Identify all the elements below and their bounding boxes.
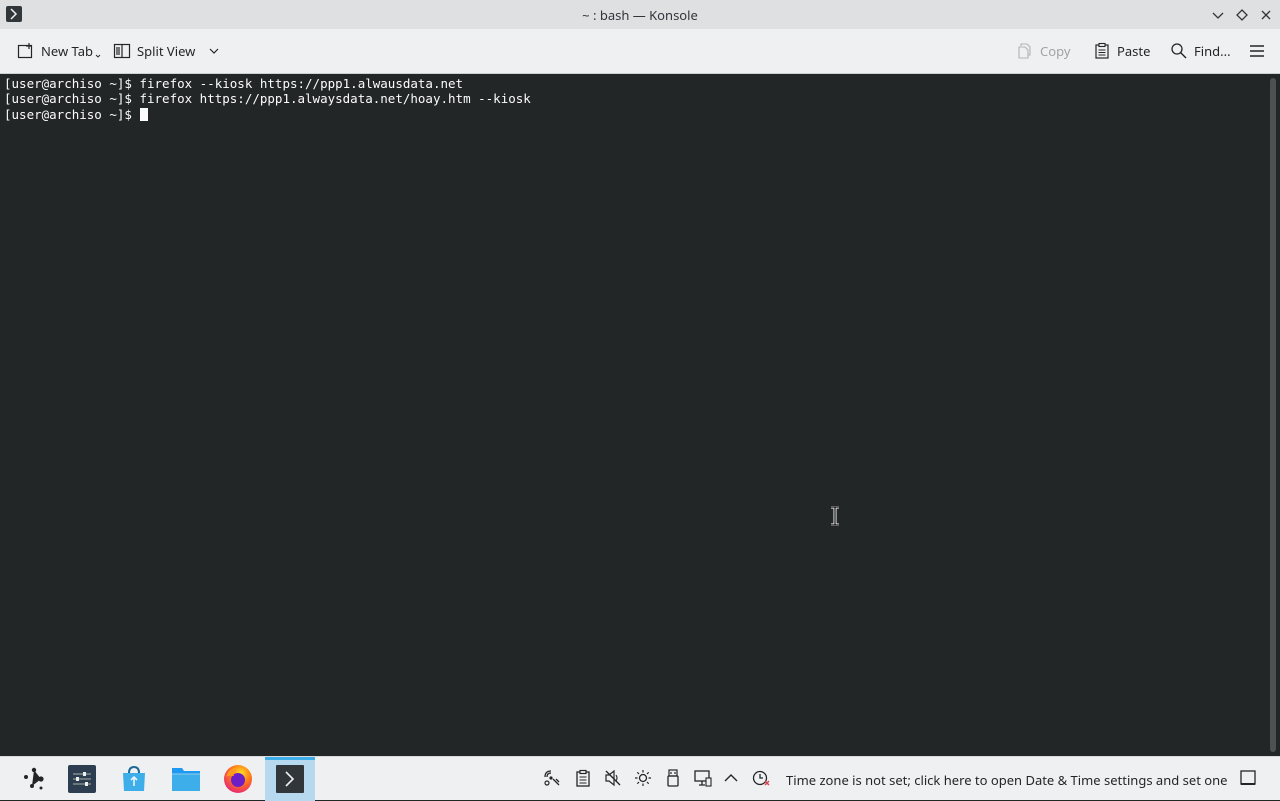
find-label: Find... (1194, 42, 1231, 60)
copy-button[interactable]: Copy (1016, 42, 1070, 60)
removable-device-icon[interactable] (664, 769, 682, 787)
hamburger-menu-button[interactable] (1248, 42, 1266, 60)
dropdown-indicator-icon (95, 54, 101, 58)
taskbar: Time zone is not set; click here to open… (0, 756, 1280, 801)
split-view-button[interactable]: Split View (113, 42, 221, 60)
minimize-button[interactable] (1210, 6, 1226, 22)
terminal-scrollbar[interactable] (1266, 74, 1280, 756)
window-titlebar: ~ : bash — Konsole (0, 0, 1280, 29)
hamburger-menu-icon (1250, 45, 1264, 57)
window-title: ~ : bash — Konsole (582, 6, 698, 24)
ibeam-cursor-icon (831, 506, 839, 526)
find-button[interactable]: Find... (1170, 42, 1231, 60)
paste-label: Paste (1117, 42, 1151, 60)
taskbar-system-settings[interactable] (57, 757, 107, 801)
taskbar-file-manager[interactable] (161, 757, 211, 801)
text-cursor (140, 107, 149, 121)
brightness-icon[interactable] (634, 769, 652, 787)
terminal-prompt: [user@archiso ~]$ (4, 106, 140, 122)
taskbar-konsole-active[interactable] (265, 757, 315, 801)
new-tab-button[interactable]: New Tab (17, 42, 101, 60)
clock-warning-icon[interactable] (752, 769, 770, 787)
firefox-icon (224, 765, 252, 793)
terminal-line: [user@archiso ~]$ firefox --kiosk https:… (4, 76, 464, 91)
terminal-prompt-line: [user@archiso ~]$ (4, 107, 1266, 122)
paste-icon (1095, 42, 1109, 59)
show-desktop-icon[interactable] (1239, 769, 1257, 787)
split-view-icon (113, 43, 131, 59)
chevron-down-icon[interactable] (207, 44, 221, 58)
terminal-line: [user@archiso ~]$ firefox https://ppp1.a… (4, 91, 531, 107)
discover-icon (123, 765, 145, 791)
taskbar-firefox[interactable] (213, 757, 263, 801)
file-manager-icon (172, 768, 200, 791)
close-button[interactable] (1258, 6, 1274, 22)
system-settings-icon (68, 765, 96, 793)
new-tab-icon (17, 43, 33, 59)
network-icon[interactable] (543, 769, 561, 787)
application-launcher-icon (24, 767, 44, 790)
paste-button[interactable]: Paste (1093, 42, 1150, 60)
timezone-notification[interactable]: Time zone is not set; click here to open… (786, 771, 1228, 789)
taskbar-discover[interactable] (109, 757, 159, 801)
konsole-toolbar: New Tab Split View Copy Paste Find... (0, 29, 1280, 74)
search-icon (1171, 43, 1187, 59)
copy-label: Copy (1040, 42, 1071, 60)
volume-muted-icon[interactable] (604, 769, 622, 787)
scrollbar-thumb[interactable] (1270, 78, 1276, 752)
new-tab-label: New Tab (41, 42, 94, 60)
terminal-view[interactable]: [user@archiso ~]$ firefox --kiosk https:… (0, 74, 1266, 756)
split-view-label: Split View (137, 42, 196, 60)
copy-icon (1018, 43, 1031, 59)
tray-expand-chevron-up-icon[interactable] (722, 769, 740, 787)
clipboard-icon[interactable] (574, 769, 592, 787)
konsole-icon (276, 765, 304, 793)
application-launcher[interactable] (9, 757, 59, 801)
display-config-icon[interactable] (694, 769, 712, 787)
maximize-button[interactable] (1234, 6, 1250, 22)
